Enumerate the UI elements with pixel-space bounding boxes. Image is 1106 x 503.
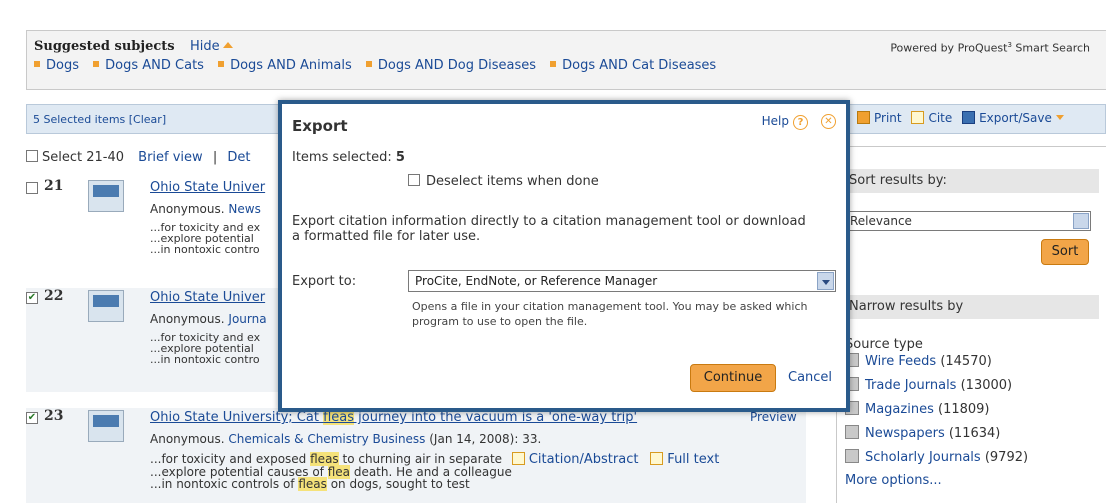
items-selected: Items selected: 5 (292, 150, 405, 165)
deselect-label: Deselect items when done (426, 174, 599, 189)
export-to-value: ProCite, EndNote, or Reference Manager (415, 274, 658, 288)
dialog-title: Export (292, 117, 348, 135)
export-to-select[interactable]: ProCite, EndNote, or Reference Manager (408, 270, 836, 292)
items-selected-label: Items selected: (292, 150, 392, 165)
help-label: Help (761, 114, 789, 128)
export-to-label: Export to: (292, 274, 357, 289)
deselect-checkbox[interactable] (408, 174, 420, 186)
export-dialog: Export Help? ✕ Items selected: 5 Deselec… (278, 100, 850, 412)
deselect-option[interactable]: Deselect items when done (408, 174, 599, 189)
close-icon[interactable]: ✕ (821, 114, 836, 129)
cancel-link[interactable]: Cancel (788, 370, 832, 385)
continue-button[interactable]: Continue (690, 364, 776, 392)
dropdown-arrow-icon[interactable] (817, 272, 834, 290)
export-explanation: Export citation information directly to … (292, 214, 806, 244)
help-icon: ? (793, 115, 808, 130)
export-hint: Opens a file in your citation management… (412, 300, 808, 328)
help-link[interactable]: Help? (762, 114, 808, 130)
items-selected-count: 5 (395, 150, 405, 165)
